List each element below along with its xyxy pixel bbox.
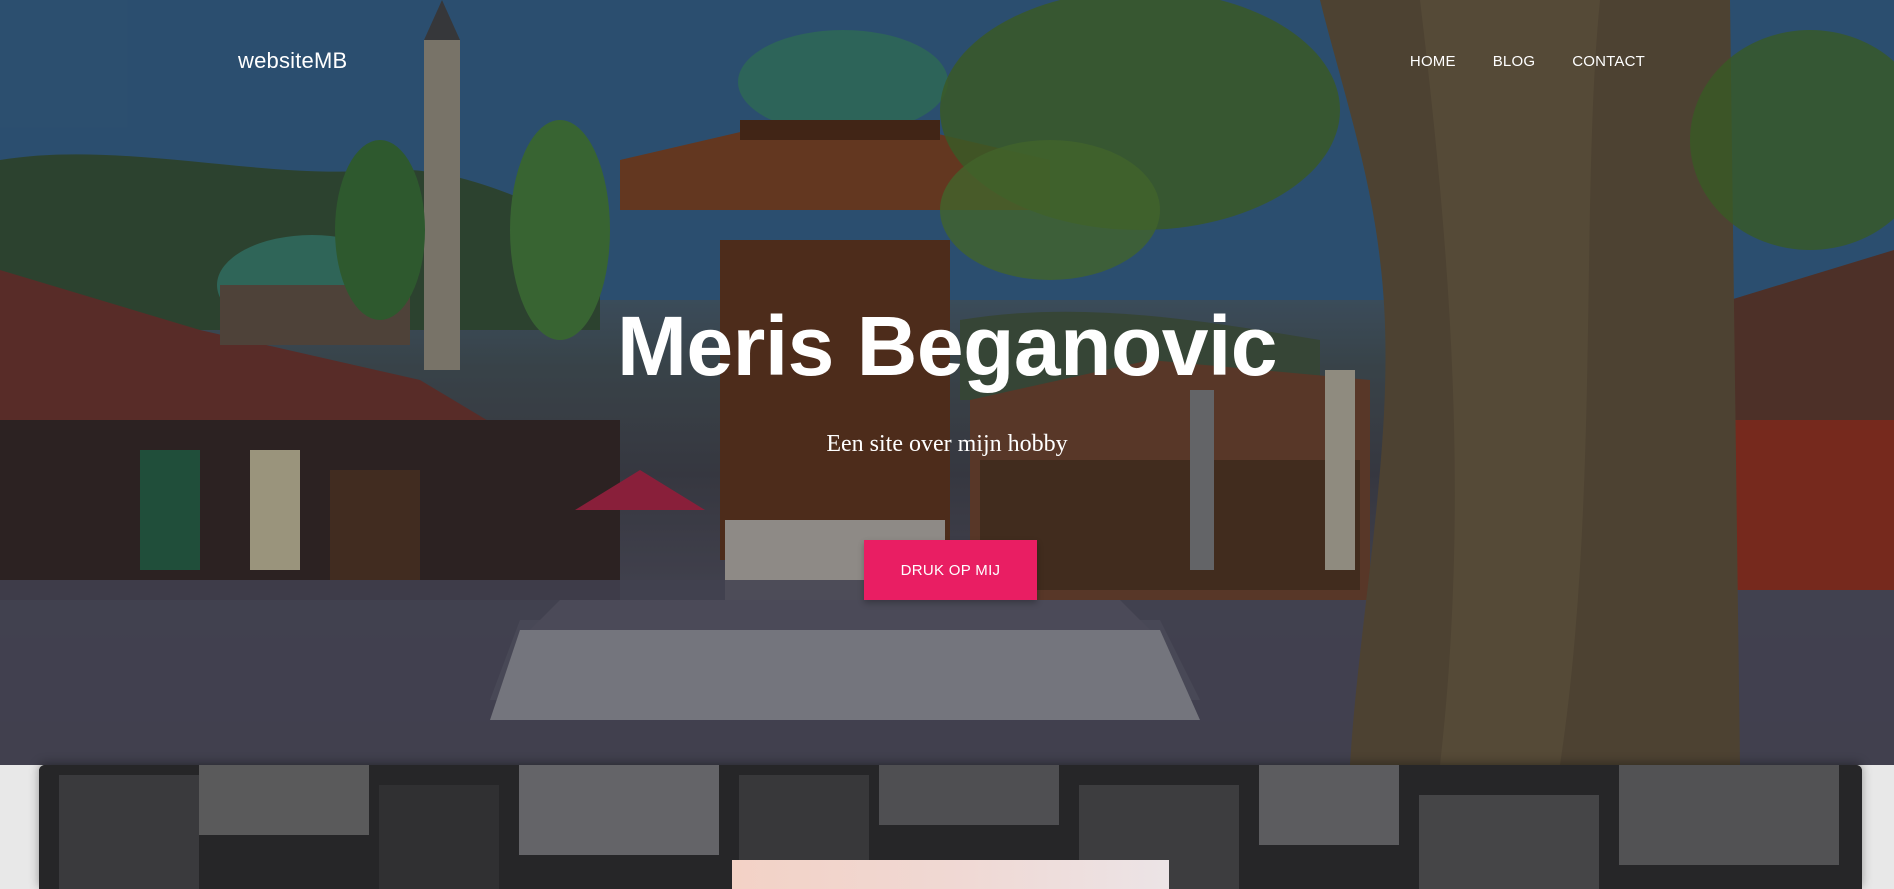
cta-button[interactable]: DRUK OP MIJ xyxy=(864,540,1037,600)
nav-item-contact[interactable]: CONTACT xyxy=(1572,53,1645,70)
main-nav: HOME BLOG CONTACT xyxy=(1373,53,1645,70)
hero-title: Meris Beganovic xyxy=(616,299,1278,393)
card-inner-panel xyxy=(732,860,1169,889)
page: websiteMB HOME BLOG CONTACT Meris Begano… xyxy=(0,0,1894,889)
hero-subtitle: Een site over mijn hobby xyxy=(826,431,1068,457)
nav-item-blog[interactable]: BLOG xyxy=(1493,53,1535,70)
nav-item-home[interactable]: HOME xyxy=(1410,53,1456,70)
hero-section: websiteMB HOME BLOG CONTACT Meris Begano… xyxy=(0,0,1894,765)
site-logo[interactable]: websiteMB xyxy=(238,48,347,74)
content-card xyxy=(39,765,1862,889)
